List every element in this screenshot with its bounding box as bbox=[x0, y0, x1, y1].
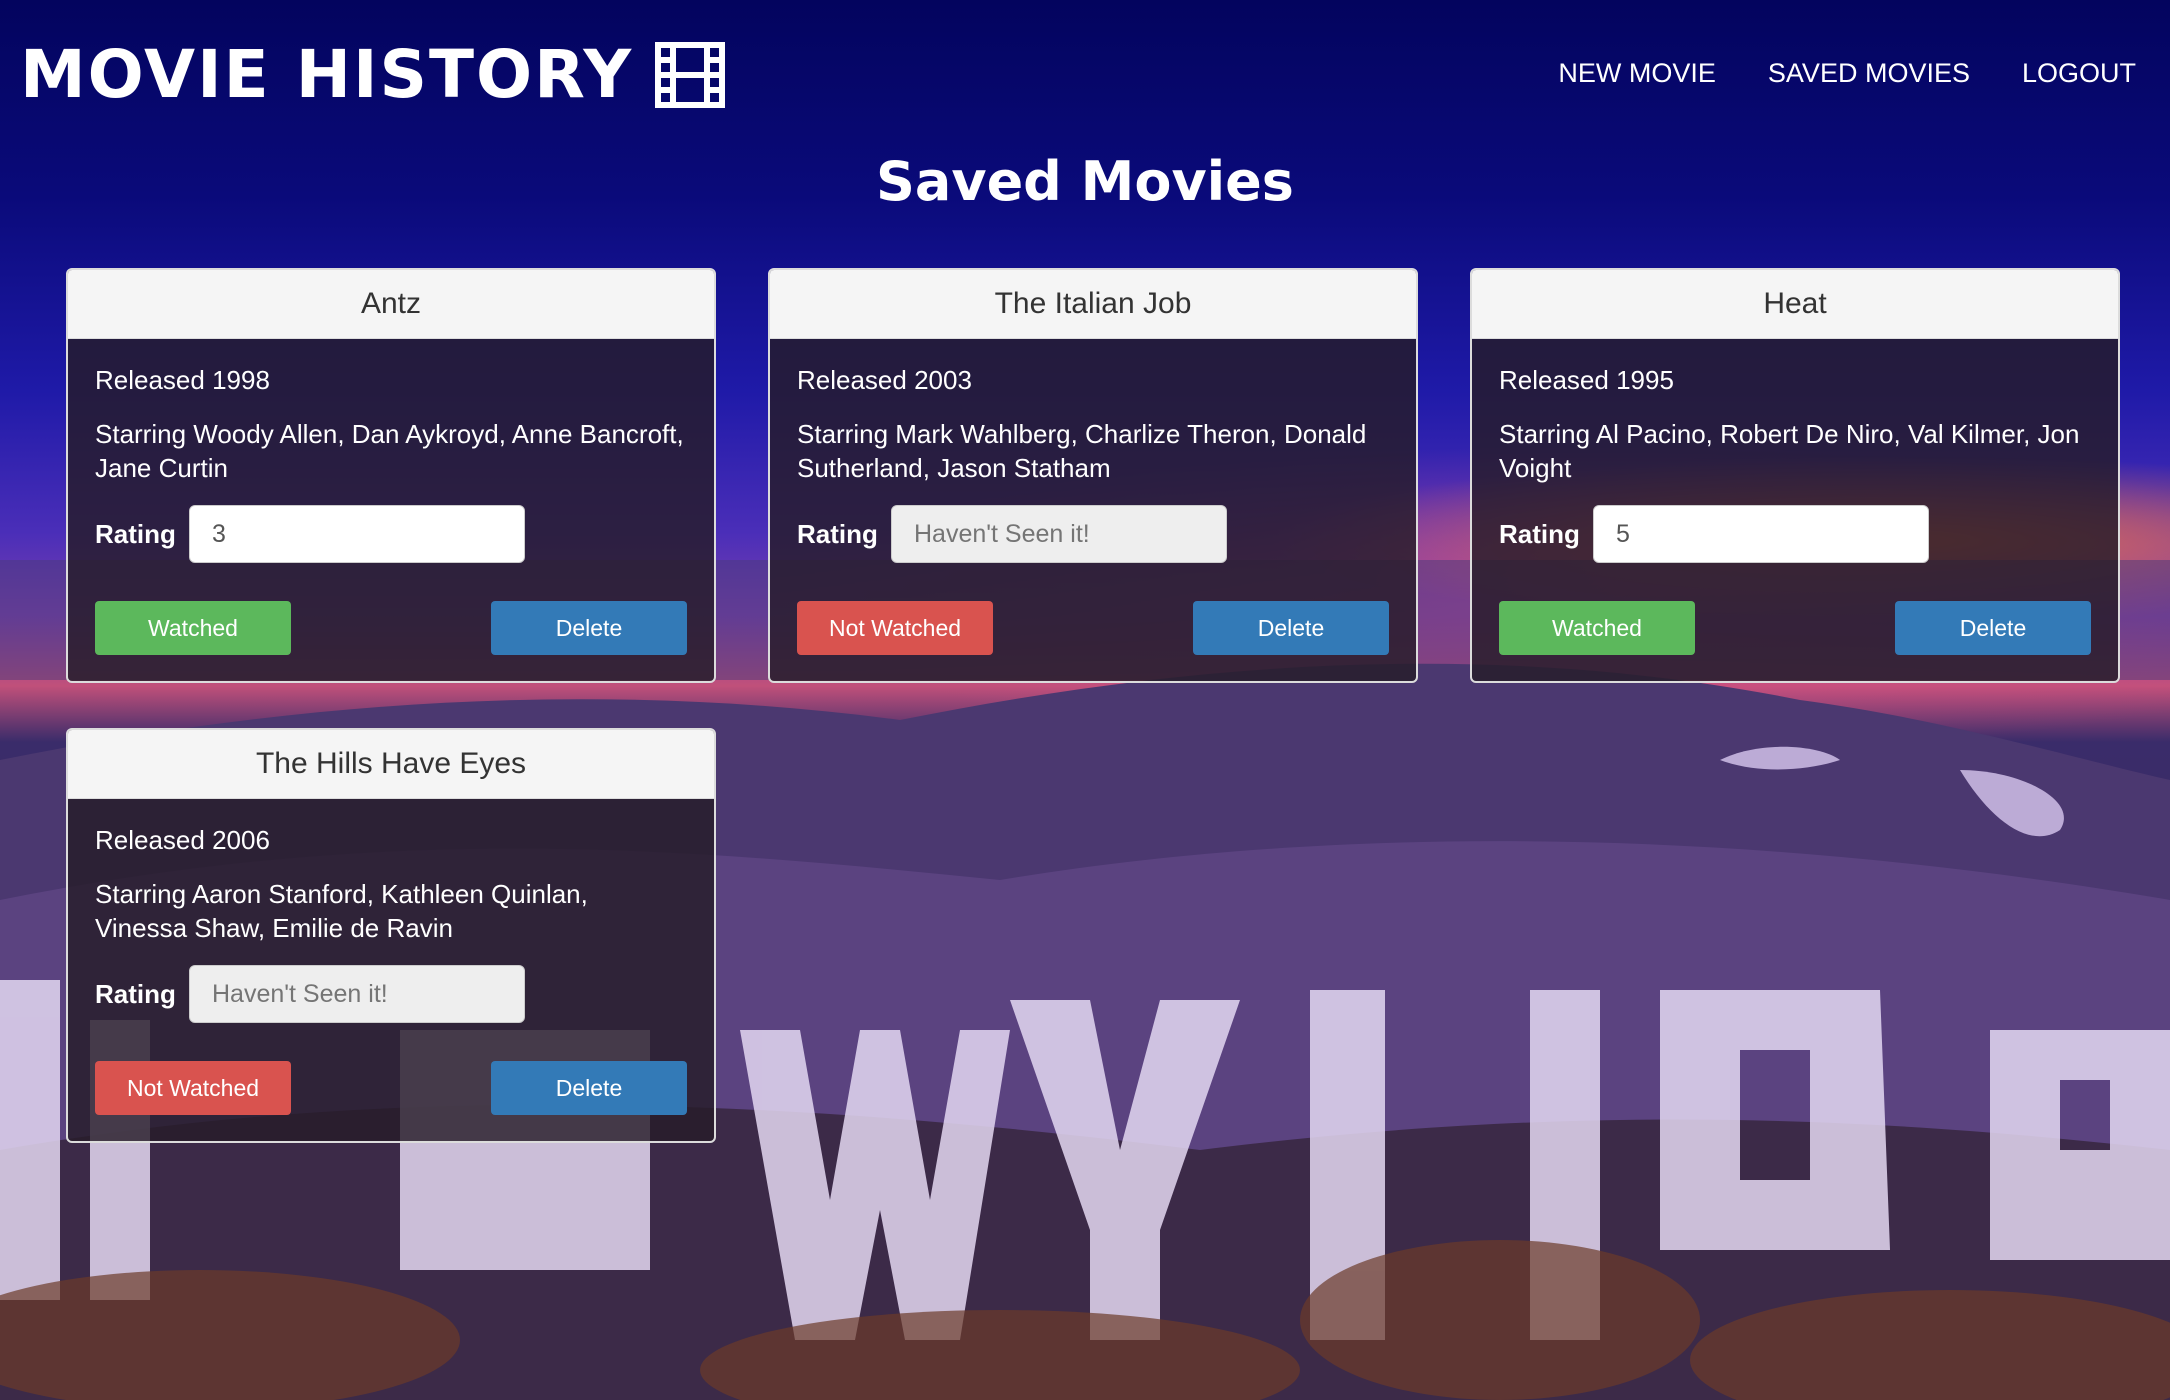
movie-released: Released 2006 bbox=[95, 825, 270, 855]
rating-label: Rating bbox=[95, 978, 176, 1009]
movie-title: The Italian Job bbox=[770, 270, 1416, 339]
movie-title: The Hills Have Eyes bbox=[68, 730, 714, 799]
rating-input[interactable] bbox=[1593, 505, 1929, 563]
brand[interactable]: MOVIE HISTORY bbox=[20, 36, 726, 113]
movie-released: Released 2003 bbox=[797, 365, 972, 395]
not-watched-button[interactable]: Not Watched bbox=[95, 1061, 291, 1115]
movie-card: The Hills Have Eyes Released 2006 Starri… bbox=[66, 728, 716, 1143]
rating-label: Rating bbox=[1499, 518, 1580, 549]
nav-saved-movies[interactable]: SAVED MOVIES bbox=[1768, 58, 1970, 89]
rating-input[interactable] bbox=[891, 505, 1227, 563]
page-title: Saved Movies bbox=[876, 150, 1294, 213]
movie-starring: Starring Al Pacino, Robert De Niro, Val … bbox=[1499, 419, 2080, 483]
navbar: MOVIE HISTORY NEW MOVIE SAVED MOVIES LOG… bbox=[0, 0, 2170, 150]
movie-released: Released 1995 bbox=[1499, 365, 1674, 395]
nav-new-movie[interactable]: NEW MOVIE bbox=[1558, 58, 1716, 89]
movie-title: Antz bbox=[68, 270, 714, 339]
delete-button[interactable]: Delete bbox=[491, 601, 687, 655]
movie-card: Heat Released 1995 Starring Al Pacino, R… bbox=[1470, 268, 2120, 683]
nav-logout[interactable]: LOGOUT bbox=[2022, 58, 2136, 89]
movie-card: Antz Released 1998 Starring Woody Allen,… bbox=[66, 268, 716, 683]
movie-starring: Starring Woody Allen, Dan Aykroyd, Anne … bbox=[95, 419, 684, 483]
rating-label: Rating bbox=[797, 518, 878, 549]
delete-button[interactable]: Delete bbox=[1193, 601, 1389, 655]
watched-button[interactable]: Watched bbox=[1499, 601, 1695, 655]
film-icon bbox=[655, 41, 726, 108]
movie-card: The Italian Job Released 2003 Starring M… bbox=[768, 268, 1418, 683]
watched-button[interactable]: Watched bbox=[95, 601, 291, 655]
movie-title: Heat bbox=[1472, 270, 2118, 339]
movie-released: Released 1998 bbox=[95, 365, 270, 395]
brand-title: MOVIE HISTORY bbox=[20, 36, 634, 113]
movie-starring: Starring Mark Wahlberg, Charlize Theron,… bbox=[797, 419, 1367, 483]
movie-starring: Starring Aaron Stanford, Kathleen Quinla… bbox=[95, 879, 588, 943]
nav-links: NEW MOVIE SAVED MOVIES LOGOUT bbox=[1558, 58, 2136, 89]
delete-button[interactable]: Delete bbox=[491, 1061, 687, 1115]
rating-label: Rating bbox=[95, 518, 176, 549]
delete-button[interactable]: Delete bbox=[1895, 601, 2091, 655]
not-watched-button[interactable]: Not Watched bbox=[797, 601, 993, 655]
rating-input[interactable] bbox=[189, 965, 525, 1023]
rating-input[interactable] bbox=[189, 505, 525, 563]
